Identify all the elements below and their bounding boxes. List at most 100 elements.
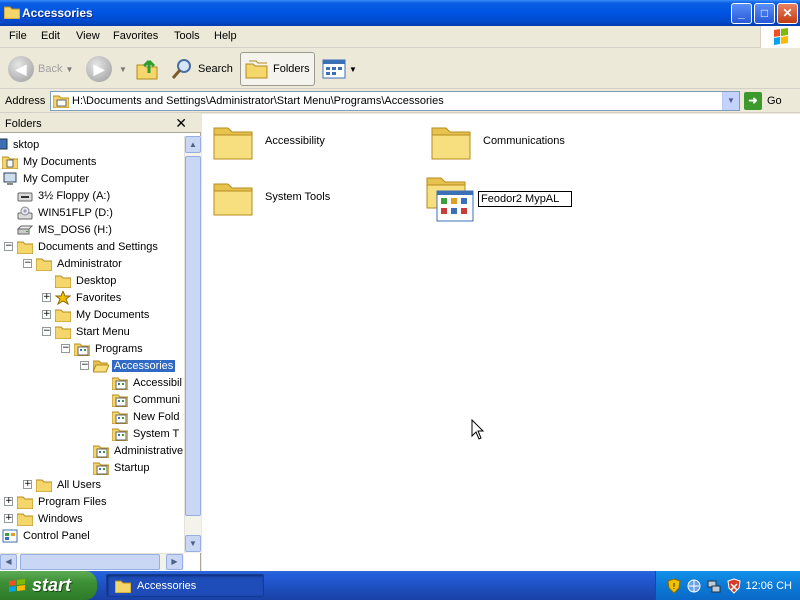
horizontal-scrollbar[interactable]: ◀ ▶: [0, 553, 184, 570]
tree-node[interactable]: sktop: [0, 136, 41, 153]
tree-node-label: My Documents: [76, 308, 150, 321]
my-computer-icon: [2, 172, 18, 186]
tree-node[interactable]: − Administrator: [23, 255, 124, 272]
control-panel-icon: [2, 529, 18, 543]
tree-node-label: Accessories: [112, 359, 176, 372]
vertical-scrollbar[interactable]: ▲ ▼: [184, 136, 201, 553]
collapse-icon[interactable]: −: [23, 259, 32, 268]
collapse-icon[interactable]: −: [61, 344, 70, 353]
scroll-right-button[interactable]: ▶: [166, 554, 183, 570]
folder-item-new-program-group[interactable]: [426, 174, 474, 222]
close-button[interactable]: ✕: [777, 3, 798, 24]
scroll-thumb[interactable]: [20, 554, 160, 570]
tree-node[interactable]: Desktop: [42, 272, 118, 289]
tree-node[interactable]: MS_DOS6 (H:): [4, 221, 114, 238]
menu-tools[interactable]: Tools: [174, 30, 200, 42]
my-documents-icon: [1, 155, 19, 169]
up-button[interactable]: [135, 52, 159, 86]
tree-node[interactable]: − Programs: [61, 340, 145, 357]
tree-node[interactable]: + All Users: [23, 476, 103, 493]
alert-shield-icon[interactable]: [726, 577, 742, 594]
tree-node-label: Favorites: [76, 291, 122, 304]
chevron-down-icon: ▼: [119, 64, 127, 74]
tree-node[interactable]: + Program Files: [4, 493, 108, 510]
tree-node[interactable]: Startup: [80, 459, 151, 476]
taskbar-button-accessories[interactable]: Accessories: [106, 574, 264, 597]
tree-node-label: Accessibil: [133, 376, 182, 389]
tree-node-label: WIN51FLP (D:): [38, 206, 113, 219]
scroll-left-button[interactable]: ◀: [0, 554, 17, 570]
tree-node[interactable]: New Fold: [99, 408, 181, 425]
menu-help[interactable]: Help: [214, 30, 237, 42]
tree-node-label: Windows: [38, 512, 83, 525]
tree-node-label: Programs: [95, 342, 143, 355]
address-input[interactable]: H:\Documents and Settings\Administrator\…: [50, 91, 740, 111]
menu-file[interactable]: File: [9, 30, 27, 42]
network-icon[interactable]: [686, 578, 702, 594]
folder-item-communications[interactable]: Communications: [431, 122, 565, 160]
tree-node-label: Desktop: [76, 274, 117, 287]
tree-node[interactable]: My Computer: [2, 170, 91, 187]
tree-node-label: Startup: [114, 461, 150, 474]
program-group-icon: [426, 177, 474, 222]
folder-icon: [16, 240, 34, 254]
menu-favorites[interactable]: Favorites: [113, 30, 158, 42]
taskbar: start Accessories ! 12:06 CH: [0, 571, 800, 600]
tree-node[interactable]: − Documents and Settings: [4, 238, 160, 255]
back-button[interactable]: ◀ Back ▼: [8, 52, 73, 86]
minimize-button[interactable]: _: [731, 3, 752, 24]
program-group-icon: [73, 342, 91, 356]
expand-icon[interactable]: +: [23, 480, 32, 489]
tree-node-label: Documents and Settings: [38, 240, 158, 253]
tree-node[interactable]: + Favorites: [42, 289, 123, 306]
security-shield-icon[interactable]: !: [666, 577, 682, 594]
tree-node[interactable]: Accessibil: [99, 374, 184, 391]
search-button[interactable]: Search: [170, 52, 233, 86]
tree-node-label: Start Menu: [76, 325, 130, 338]
tree-node[interactable]: Communi: [99, 391, 182, 408]
collapse-icon[interactable]: −: [80, 361, 89, 370]
go-button[interactable]: ➜ Go: [744, 92, 782, 110]
rename-input[interactable]: [478, 191, 572, 207]
folder-item-accessibility[interactable]: Accessibility: [213, 122, 325, 160]
views-button[interactable]: ▼: [322, 52, 357, 86]
forward-button[interactable]: ▶ ▼: [86, 52, 127, 86]
address-dropdown-button[interactable]: ▼: [722, 92, 739, 110]
tree-node[interactable]: − Start Menu: [42, 323, 132, 340]
tree-node-label: New Fold: [133, 410, 180, 423]
go-arrow-icon: ➜: [744, 92, 762, 110]
scroll-thumb[interactable]: [185, 156, 201, 516]
collapse-icon[interactable]: −: [4, 242, 13, 251]
windows-logo: [760, 26, 800, 48]
tree-node[interactable]: + Windows: [4, 510, 85, 527]
folders-button[interactable]: Folders: [240, 52, 315, 86]
folder-icon: [16, 495, 34, 509]
folder-item-system-tools[interactable]: System Tools: [213, 178, 330, 216]
expand-icon[interactable]: +: [42, 310, 51, 319]
tree-node[interactable]: My Documents: [1, 153, 98, 170]
title-bar[interactable]: Accessories _ □ ✕: [0, 0, 800, 26]
tree-node-label: Communi: [133, 393, 181, 406]
menu-edit[interactable]: Edit: [41, 30, 60, 42]
menu-view[interactable]: View: [76, 30, 100, 42]
folder-up-icon: [136, 59, 158, 80]
scroll-down-button[interactable]: ▼: [185, 535, 201, 552]
desktop-icon: [0, 138, 8, 152]
folders-pane-close-button[interactable]: ✕: [175, 115, 187, 132]
scroll-up-button[interactable]: ▲: [185, 136, 201, 153]
tree-node[interactable]: Control Panel: [2, 527, 92, 544]
tree-node[interactable]: − Accessories: [80, 357, 176, 374]
tree-node[interactable]: + My Documents: [42, 306, 151, 323]
expand-icon[interactable]: +: [4, 497, 13, 506]
tree-node[interactable]: System T: [99, 425, 181, 442]
start-button[interactable]: start: [0, 571, 97, 600]
tree-node[interactable]: WIN51FLP (D:): [4, 204, 115, 221]
tree-node[interactable]: 3½ Floppy (A:): [4, 187, 112, 204]
expand-icon[interactable]: +: [4, 514, 13, 523]
collapse-icon[interactable]: −: [42, 327, 51, 336]
expand-icon[interactable]: +: [42, 293, 51, 302]
tree-node[interactable]: Administrative: [80, 442, 184, 459]
program-group-icon: [111, 393, 129, 407]
connection-icon[interactable]: [706, 578, 722, 594]
maximize-button[interactable]: □: [754, 3, 775, 24]
